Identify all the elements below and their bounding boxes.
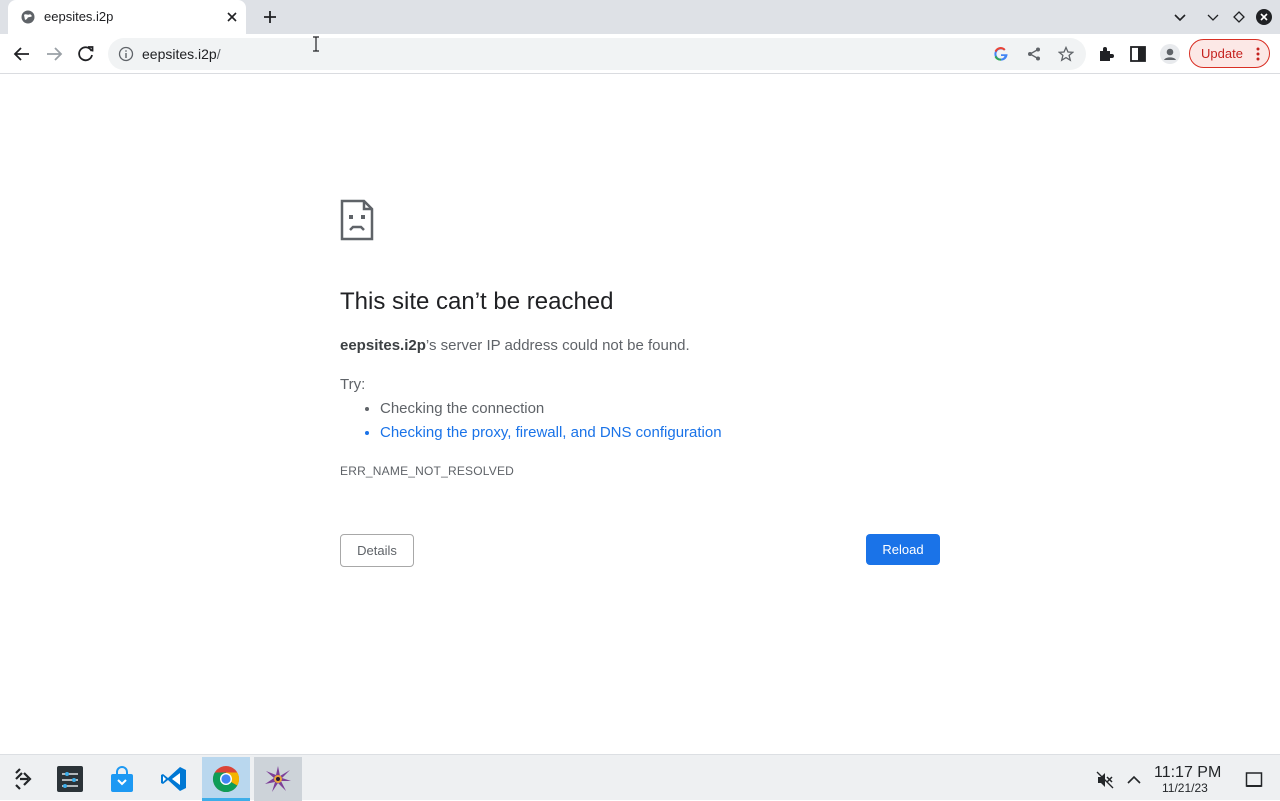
close-tab-icon[interactable]: [224, 9, 240, 25]
new-tab-icon[interactable]: [260, 7, 280, 27]
error-heading: This site can’t be reached: [340, 288, 614, 315]
error-description-rest: ’s server IP address could not be found.: [425, 337, 690, 354]
more-options-icon[interactable]: [1254, 46, 1262, 62]
browser-tab-active[interactable]: eepsites.i2p: [8, 0, 246, 34]
tab-strip: eepsites.i2p: [0, 0, 1280, 34]
update-label: Update: [1201, 46, 1243, 61]
error-description: eepsites.i2p’s server IP address could n…: [340, 337, 690, 354]
maximize-icon[interactable]: [1231, 9, 1247, 25]
error-code: ERR_NAME_NOT_RESOLVED: [340, 464, 515, 478]
url-path: /: [216, 46, 221, 62]
sad-document-icon: [340, 199, 374, 241]
taskbar-system-settings[interactable]: [46, 757, 94, 801]
text-cursor-icon: [313, 36, 319, 52]
chrome-icon: [212, 766, 240, 793]
share-icon[interactable]: [1026, 46, 1042, 62]
taskbar: 11:17 PM 11/21/23: [0, 754, 1280, 801]
profile-avatar-icon[interactable]: [1159, 43, 1181, 65]
address-bar[interactable]: eepsites.i2p/: [108, 38, 1086, 70]
reload-icon[interactable]: [75, 43, 97, 65]
clock-date[interactable]: 11/21/23: [1162, 781, 1208, 795]
error-host: eepsites.i2p: [340, 337, 426, 354]
reload-button[interactable]: Reload: [866, 534, 940, 565]
tab-title: eepsites.i2p: [44, 9, 114, 24]
bookmark-star-icon[interactable]: [1058, 46, 1074, 62]
back-icon[interactable]: [11, 43, 33, 65]
update-button[interactable]: Update: [1189, 39, 1270, 68]
side-panel-icon[interactable]: [1127, 43, 1149, 65]
minimize-icon[interactable]: [1205, 9, 1221, 25]
details-button[interactable]: Details: [340, 534, 414, 567]
site-info-icon[interactable]: [118, 46, 134, 62]
extensions-icon[interactable]: [1095, 43, 1117, 65]
url-host: eepsites.i2p: [142, 46, 217, 62]
url-text[interactable]: eepsites.i2p/: [142, 46, 221, 62]
show-desktop-icon[interactable]: [1245, 771, 1263, 789]
application-launcher-icon: [15, 768, 32, 790]
clock-time[interactable]: 11:17 PM: [1154, 764, 1221, 782]
spiky-app-icon: [265, 766, 291, 792]
volume-muted-icon[interactable]: [1096, 771, 1114, 789]
try-label: Try:: [340, 376, 366, 393]
tray-expand-icon[interactable]: [1125, 771, 1143, 789]
vscode-icon: [161, 767, 186, 791]
globe-icon: [21, 10, 35, 24]
tab-search-icon[interactable]: [1172, 9, 1188, 25]
suggestion-check-proxy-link[interactable]: Checking the proxy, firewall, and DNS co…: [380, 424, 722, 448]
software-store-icon: [111, 766, 133, 792]
page-content: This site can’t be reached eepsites.i2p’…: [0, 74, 1280, 754]
suggestion-check-connection: Checking the connection: [380, 400, 722, 424]
application-launcher[interactable]: [0, 757, 48, 801]
taskbar-vscode[interactable]: [150, 757, 198, 801]
google-lens-icon[interactable]: [993, 46, 1009, 62]
taskbar-software-store[interactable]: [98, 757, 146, 801]
taskbar-spiky-app[interactable]: [254, 757, 302, 801]
browser-toolbar: eepsites.i2p/ Update: [0, 34, 1280, 74]
taskbar-chrome[interactable]: [202, 757, 250, 801]
forward-icon[interactable]: [43, 43, 65, 65]
suggestions-list: Checking the connection Checking the pro…: [380, 400, 722, 448]
system-settings-icon: [57, 766, 83, 792]
close-window-icon[interactable]: [1256, 9, 1272, 25]
